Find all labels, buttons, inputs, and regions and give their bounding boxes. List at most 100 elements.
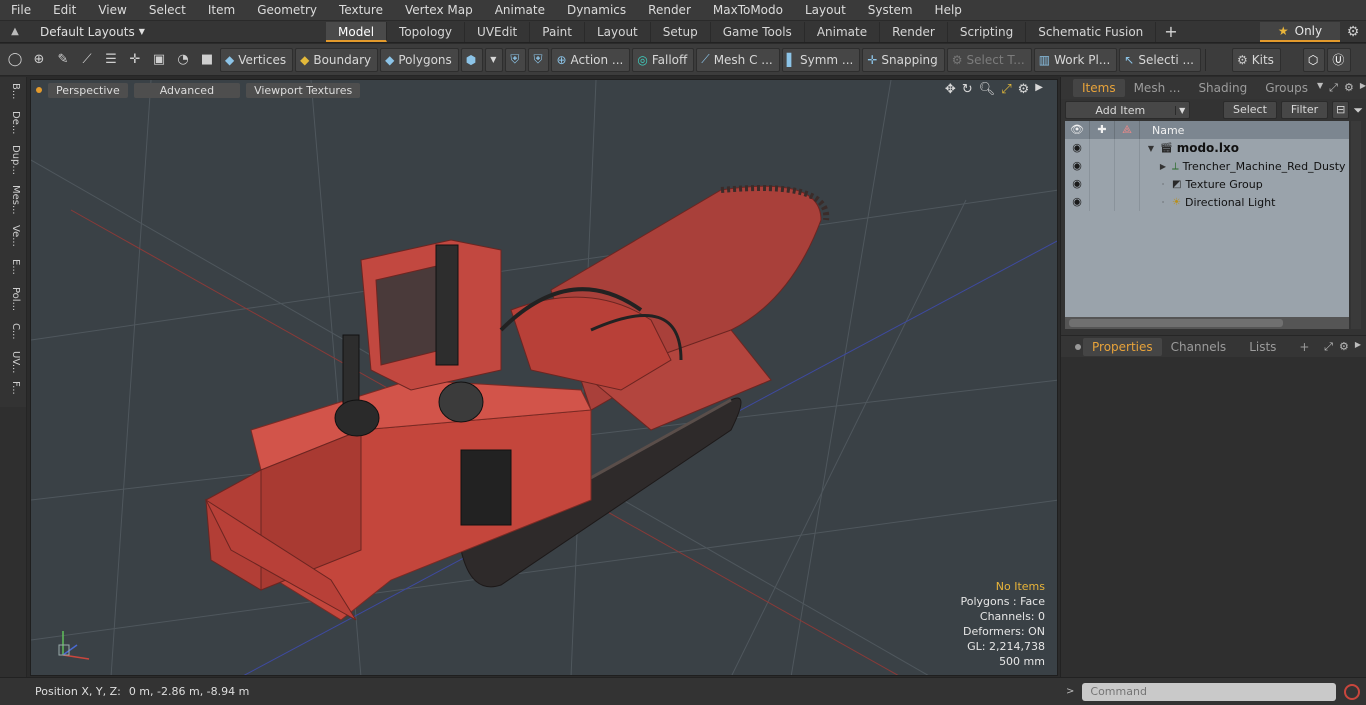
- filter-button[interactable]: Filter: [1280, 101, 1329, 119]
- expand-icon[interactable]: ⤢: [1329, 81, 1338, 95]
- menu-edit[interactable]: Edit: [42, 0, 87, 21]
- move-icon[interactable]: ✥: [945, 82, 956, 97]
- align-icon[interactable]: ☰: [100, 48, 122, 72]
- chevron-down-icon[interactable]: ▼: [1174, 105, 1189, 115]
- gear-icon[interactable]: ⚙: [1018, 82, 1030, 97]
- select-button[interactable]: Select: [1222, 101, 1277, 119]
- circle-select-icon[interactable]: ◯: [4, 48, 26, 72]
- expand-arrow-icon[interactable]: ▶: [1158, 162, 1168, 171]
- strip-basic[interactable]: B...: [5, 83, 21, 105]
- tree-vertical-scrollbar[interactable]: [1351, 121, 1361, 329]
- lock-column-icon[interactable]: ✚: [1090, 121, 1115, 139]
- unity-button[interactable]: ⬡: [1302, 47, 1326, 72]
- tab-items[interactable]: Items: [1073, 79, 1125, 97]
- menu-animate[interactable]: Animate: [484, 0, 556, 21]
- 3d-viewport[interactable]: Perspective Advanced Viewport Textures ✥…: [30, 79, 1058, 676]
- menu-vertex-map[interactable]: Vertex Map: [394, 0, 484, 21]
- command-input[interactable]: [1082, 682, 1337, 701]
- viewport-menu-dot[interactable]: [36, 87, 42, 93]
- vertices-button[interactable]: ◆ Vertices: [220, 47, 294, 72]
- select-through-button[interactable]: ⚙ Select T...: [946, 47, 1032, 72]
- frame-icon[interactable]: ▣: [148, 48, 170, 72]
- shield-button-1[interactable]: ⛨: [505, 47, 527, 72]
- polygons-button[interactable]: ◆ Polygons: [380, 47, 459, 72]
- kits-button[interactable]: ⚙ Kits: [1231, 47, 1281, 72]
- tree-row[interactable]: ◉ · ☀ Directional Light: [1065, 193, 1349, 211]
- tab-lists[interactable]: Lists: [1235, 338, 1290, 356]
- strip-fusion[interactable]: F...: [5, 381, 21, 403]
- tree-row[interactable]: ◉ · ◩ Texture Group: [1065, 175, 1349, 193]
- strip-mesh-edit[interactable]: Mes...: [5, 185, 21, 219]
- add-item-button[interactable]: Add Item ▼: [1065, 101, 1190, 119]
- expand-up-icon[interactable]: ▲: [8, 26, 22, 37]
- visibility-eye-icon[interactable]: ◉: [1065, 157, 1090, 175]
- perspective-button[interactable]: Perspective: [48, 82, 128, 98]
- tree-row[interactable]: ◉ ▶ ⟂ Trencher_Machine_Red_Dusty: [1065, 157, 1349, 175]
- tab-properties[interactable]: Properties: [1083, 337, 1162, 356]
- tab-topology[interactable]: Topology: [387, 21, 466, 42]
- visibility-column-icon[interactable]: 👁︎: [1065, 121, 1090, 139]
- falloff-button[interactable]: ◎ Falloff: [632, 47, 695, 72]
- tab-groups[interactable]: Groups: [1256, 79, 1317, 97]
- menu-texture[interactable]: Texture: [328, 0, 394, 21]
- render-column-icon[interactable]: ⟁: [1115, 121, 1140, 139]
- tab-channels[interactable]: Channels: [1162, 338, 1236, 356]
- gear-icon[interactable]: ⚙: [1344, 81, 1354, 95]
- panel-dot-icon[interactable]: [1075, 343, 1081, 350]
- menu-view[interactable]: View: [87, 0, 137, 21]
- scrollbar-thumb[interactable]: [1069, 319, 1283, 327]
- zoom-icon[interactable]: 🔍︎: [979, 82, 996, 97]
- menu-select[interactable]: Select: [138, 0, 197, 21]
- strip-edge[interactable]: E...: [5, 259, 21, 281]
- strip-duplicate[interactable]: Dup...: [5, 145, 21, 179]
- shield-button-2[interactable]: ⛨: [528, 47, 550, 72]
- rotate-icon[interactable]: ↻: [962, 82, 973, 97]
- tab-render[interactable]: Render: [880, 21, 948, 42]
- menu-file[interactable]: File: [0, 0, 42, 21]
- maximize-icon[interactable]: ⤢: [1001, 82, 1011, 97]
- tab-animate[interactable]: Animate: [805, 21, 881, 42]
- mesh-constraint-button[interactable]: ⟋ Mesh C ...: [696, 47, 780, 72]
- visibility-eye-icon[interactable]: ◉: [1065, 175, 1090, 193]
- chevron-right-icon[interactable]: ▶: [1035, 82, 1043, 97]
- funnel-icon[interactable]: ⏷: [1353, 103, 1363, 118]
- add-panel-tab-button[interactable]: +: [1290, 338, 1318, 356]
- material-dropdown[interactable]: ▼: [485, 47, 504, 72]
- menu-layout[interactable]: Layout: [794, 0, 857, 21]
- symmetry-button[interactable]: ▌ Symm ...: [781, 47, 861, 72]
- tree-row[interactable]: ◉ ▼ 🎬︎ modo.lxo: [1065, 139, 1349, 157]
- strip-uv[interactable]: UV...: [5, 351, 21, 379]
- strip-polygon[interactable]: Pol...: [5, 287, 21, 319]
- record-icon[interactable]: [1344, 683, 1361, 700]
- material-button[interactable]: ⬢: [460, 47, 484, 72]
- action-center-button[interactable]: ⊕ Action ...: [551, 47, 631, 72]
- gear-icon[interactable]: ⚙: [1339, 340, 1349, 354]
- tree-horizontal-scrollbar[interactable]: [1065, 317, 1349, 329]
- chevron-right-icon[interactable]: ▶: [1360, 81, 1366, 95]
- viewport-textures-button[interactable]: Viewport Textures: [246, 82, 361, 98]
- tab-mesh[interactable]: Mesh ...: [1125, 79, 1190, 97]
- center-icon[interactable]: ✛: [124, 48, 146, 72]
- visibility-eye-icon[interactable]: ◉: [1065, 193, 1090, 211]
- tab-uvedit[interactable]: UVEdit: [465, 21, 531, 42]
- tab-shading[interactable]: Shading: [1189, 79, 1256, 97]
- work-plane-button[interactable]: ▥ Work Pl...: [1033, 47, 1118, 72]
- item-mode-icon[interactable]: ■: [196, 48, 218, 72]
- menu-dynamics[interactable]: Dynamics: [556, 0, 637, 21]
- tab-model[interactable]: Model: [326, 21, 388, 42]
- add-tab-button[interactable]: +: [1156, 22, 1185, 42]
- menu-system[interactable]: System: [857, 0, 924, 21]
- strip-vertex[interactable]: Ve...: [5, 225, 21, 253]
- globe-icon[interactable]: ⊕: [28, 48, 50, 72]
- dial-icon[interactable]: ◔: [172, 48, 194, 72]
- menu-geometry[interactable]: Geometry: [246, 0, 328, 21]
- snapping-button[interactable]: ✛ Snapping: [862, 47, 945, 72]
- tab-layout[interactable]: Layout: [585, 21, 651, 42]
- unreal-button[interactable]: Ⓤ: [1327, 47, 1352, 72]
- tab-scripting[interactable]: Scripting: [948, 21, 1027, 42]
- menu-item[interactable]: Item: [197, 0, 246, 21]
- advanced-button[interactable]: Advanced: [133, 82, 241, 98]
- expand-icon[interactable]: ⤢: [1324, 340, 1333, 354]
- tab-setup[interactable]: Setup: [651, 21, 711, 42]
- layout-selector[interactable]: ▲ Default Layouts ▼: [0, 21, 326, 43]
